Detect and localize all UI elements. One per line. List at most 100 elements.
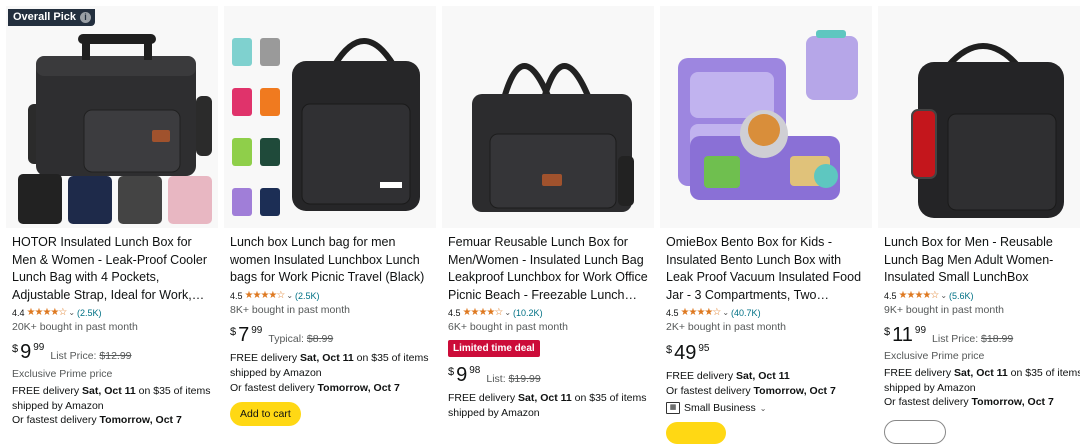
delivery-suffix: on $35 of items: [571, 392, 647, 404]
shipped-by: shipped by Amazon: [884, 382, 976, 394]
star-icons: ★★★★☆: [462, 307, 504, 318]
price[interactable]: $ 7 99 Typical: $8.99: [230, 324, 333, 346]
badge-label: Overall Pick: [13, 11, 76, 23]
price-whole: 49: [674, 342, 697, 364]
delivery-info: FREE delivery Sat, Oct 11 on $35 of item…: [12, 385, 216, 397]
fastest-delivery: Or fastest delivery Tomorrow, Oct 7: [230, 382, 434, 394]
product-card-2[interactable]: Lunch box Lunch bag for men women Insula…: [224, 6, 436, 436]
fastest-delivery: Or fastest delivery Tomorrow, Oct 7: [12, 414, 216, 426]
product-card-1[interactable]: Overall Pick i HOTOR Insulated Lunch Box…: [6, 6, 218, 436]
small-business-label: Small Business: [684, 402, 756, 414]
price-symbol: $: [884, 326, 891, 338]
chevron-down-icon: ⌄: [504, 308, 512, 317]
storefront-icon: ▦: [666, 402, 680, 414]
product-image-4[interactable]: [660, 6, 872, 228]
price-symbol: $: [12, 343, 19, 355]
list-price-label: List Price:: [50, 350, 97, 362]
star-icons: ★★★★☆: [898, 290, 940, 301]
list-price-old: $12.99: [99, 350, 132, 362]
bought-count: 20K+ bought in past month: [12, 321, 138, 333]
product-image-1[interactable]: [6, 6, 218, 228]
product-title[interactable]: OmieBox Bento Box for Kids - Insulated B…: [666, 234, 866, 304]
review-count[interactable]: (5.6K): [949, 291, 974, 301]
rating-row[interactable]: 4.4 ★★★★☆ ⌄ (2.5K): [12, 307, 102, 318]
product-title[interactable]: Femuar Reusable Lunch Box for Men/Women …: [448, 234, 648, 304]
rating-row[interactable]: 4.5 ★★★★☆ ⌄ (5.6K): [884, 290, 974, 301]
small-business-badge[interactable]: ▦ Small Business ⌄: [666, 402, 766, 414]
chevron-down-icon: ⌄: [286, 291, 294, 300]
price-whole: 11: [892, 324, 913, 346]
rating-value: 4.5: [884, 290, 897, 301]
delivery-date: Sat, Oct 11: [300, 352, 354, 364]
delivery-info: FREE delivery Sat, Oct 11: [666, 370, 870, 382]
info-icon[interactable]: i: [80, 12, 91, 23]
product-image-5[interactable]: [878, 6, 1080, 228]
rating-value: 4.4: [12, 307, 25, 318]
fastest-delivery: Or fastest delivery Tomorrow, Oct 7: [884, 396, 1080, 408]
price-whole: 9: [456, 364, 468, 386]
star-icons: ★★★★☆: [26, 307, 68, 318]
price-symbol: $: [230, 326, 237, 338]
price-symbol: $: [666, 344, 673, 356]
rating-row[interactable]: 4.5 ★★★★☆ ⌄ (2.5K): [230, 290, 320, 301]
star-icons: ★★★★☆: [680, 307, 722, 318]
delivery-prefix: FREE delivery: [884, 367, 955, 379]
lunch-bag-image: [878, 6, 1080, 228]
product-title[interactable]: HOTOR Insulated Lunch Box for Men & Wome…: [12, 234, 212, 304]
product-title[interactable]: Lunch Box for Men - Reusable Lunch Bag M…: [884, 234, 1080, 287]
product-card-4[interactable]: OmieBox Bento Box for Kids - Insulated B…: [660, 6, 872, 444]
review-count[interactable]: (40.7K): [731, 308, 761, 318]
rating-value: 4.5: [448, 307, 461, 318]
see-options-button[interactable]: [884, 420, 946, 444]
fastest-date: Tomorrow, Oct 7: [99, 414, 182, 426]
delivery-info: FREE delivery Sat, Oct 11 on $35 of item…: [230, 352, 434, 364]
fastest-date: Tomorrow, Oct 7: [971, 396, 1054, 408]
price[interactable]: $ 11 99 List Price: $18.99: [884, 324, 1013, 346]
star-icons: ★★★★☆: [244, 290, 286, 301]
shipped-by: shipped by Amazon: [12, 400, 104, 412]
bought-count: 8K+ bought in past month: [230, 304, 350, 316]
rating-value: 4.5: [666, 307, 679, 318]
bought-count: 2K+ bought in past month: [666, 321, 786, 333]
chevron-down-icon: ⌄: [68, 308, 76, 317]
delivery-date: Sat, Oct 11: [954, 367, 1008, 379]
list-price-label: List:: [486, 373, 506, 385]
chevron-down-icon: ⌄: [940, 291, 948, 300]
review-count[interactable]: (2.5K): [77, 308, 102, 318]
prime-note: Exclusive Prime price: [884, 350, 985, 362]
delivery-date: Sat, Oct 11: [736, 370, 790, 382]
price[interactable]: $ 9 99 List Price: $12.99: [12, 341, 132, 363]
bought-count: 6K+ bought in past month: [448, 321, 568, 333]
product-card-5[interactable]: Lunch Box for Men - Reusable Lunch Bag M…: [878, 6, 1080, 444]
price-fraction: 99: [251, 325, 263, 336]
add-to-cart-button[interactable]: Add to cart: [230, 402, 301, 426]
lunch-bag-image: [224, 6, 436, 228]
delivery-prefix: FREE delivery: [666, 370, 737, 382]
price-whole: 9: [20, 341, 32, 363]
price[interactable]: $ 9 98 List: $19.99: [448, 364, 541, 386]
lunch-bag-image: [442, 6, 654, 228]
rating-row[interactable]: 4.5 ★★★★☆ ⌄ (10.2K): [448, 307, 543, 318]
delivery-info: FREE delivery Sat, Oct 11 on $35 of item…: [448, 392, 652, 404]
add-to-cart-button[interactable]: [666, 422, 726, 444]
delivery-suffix: on $35 of items: [353, 352, 429, 364]
fastest-prefix: Or fastest delivery: [666, 385, 754, 397]
prime-note: Exclusive Prime price: [12, 368, 113, 380]
price-fraction: 98: [469, 365, 481, 376]
rating-value: 4.5: [230, 290, 243, 301]
list-price-old: $18.99: [981, 333, 1014, 345]
product-title[interactable]: Lunch box Lunch bag for men women Insula…: [230, 234, 430, 287]
review-count[interactable]: (10.2K): [513, 308, 543, 318]
product-image-2[interactable]: [224, 6, 436, 228]
product-image-3[interactable]: [442, 6, 654, 228]
price-fraction: 99: [914, 325, 927, 336]
price[interactable]: $ 49 95: [666, 342, 710, 364]
bento-box-image: [660, 6, 872, 228]
review-count[interactable]: (2.5K): [295, 291, 320, 301]
rating-row[interactable]: 4.5 ★★★★☆ ⌄ (40.7K): [666, 307, 761, 318]
delivery-prefix: FREE delivery: [12, 385, 83, 397]
product-card-3[interactable]: Femuar Reusable Lunch Box for Men/Women …: [442, 6, 654, 436]
price-symbol: $: [448, 366, 455, 378]
limited-deal-badge: Limited time deal: [448, 340, 540, 357]
overall-pick-badge: Overall Pick i: [8, 9, 95, 26]
